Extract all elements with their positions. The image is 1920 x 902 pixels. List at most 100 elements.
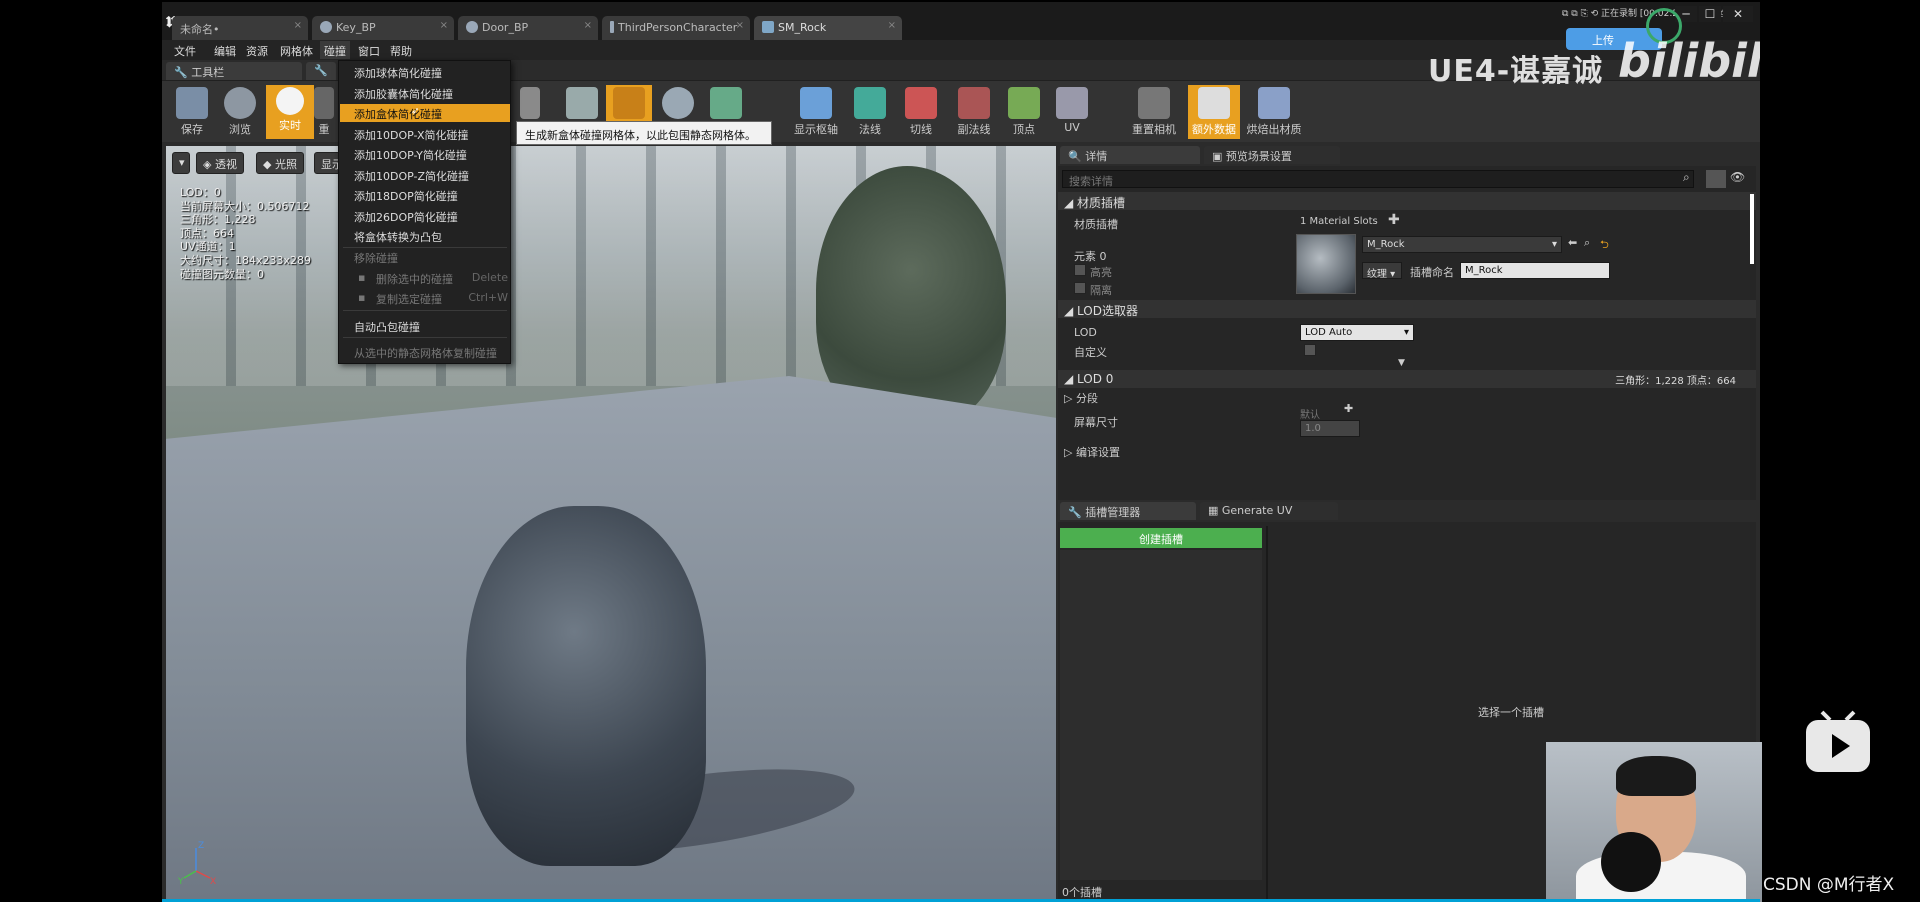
socket-list[interactable] — [1060, 550, 1262, 880]
maximize-button[interactable]: ☐ — [1699, 6, 1721, 22]
expand-advanced-icon[interactable]: ▼ — [1398, 358, 1405, 368]
material-section-label: 材质插槽 — [1077, 196, 1126, 210]
viewport-panel-tab[interactable]: 🔧 — [306, 62, 336, 80]
slot-name-input[interactable]: M_Rock — [1460, 262, 1610, 279]
lod-select[interactable]: LOD Auto ▾ — [1300, 324, 1414, 341]
menu-file[interactable]: 文件 — [174, 43, 196, 59]
add-sphere-collision[interactable]: 添加球体简化碰撞 — [340, 63, 510, 81]
menu-mesh[interactable]: 网格体 — [280, 43, 313, 59]
lit-button[interactable]: ◆ 光照 — [256, 152, 304, 174]
add-screen-size-button[interactable]: ✚ — [1344, 402, 1353, 415]
reset-camera-button[interactable]: 重置相机 — [1128, 85, 1180, 139]
close-icon[interactable]: × — [736, 20, 744, 31]
isolate-checkbox[interactable] — [1074, 282, 1086, 294]
tab-third-person-character[interactable]: ThirdPersonCharacter × — [602, 16, 750, 40]
sections-row[interactable]: ▷ 分段 — [1064, 390, 1098, 406]
browse-magnifier-icon[interactable]: ⌕ — [1584, 236, 1590, 250]
search-icon[interactable]: ⌕ — [1683, 170, 1690, 185]
perspective-button[interactable]: ◈ 透视 — [196, 152, 244, 174]
custom-checkbox[interactable] — [1304, 344, 1316, 356]
save-button[interactable]: 保存 — [168, 85, 216, 139]
ue4-static-mesh-editor: 𝖚 未命名•× Key_BP× Door_BP× ThirdPersonChar… — [162, 2, 1760, 900]
add-box-collision[interactable]: 添加盒体简化碰撞 — [340, 104, 510, 122]
duplicate-selected-collision[interactable]: ▪ 复制选定碰撞 Ctrl+W — [340, 289, 510, 307]
copy-collision-from-selected[interactable]: 从选中的静态网格体复制碰撞 — [340, 343, 510, 361]
vertices-label: 顶点 — [1013, 123, 1035, 136]
vertices-button[interactable]: 顶点 — [1004, 85, 1044, 139]
convert-boxes-to-convex[interactable]: 将盒体转换为凸包 — [340, 227, 510, 245]
eye-icon[interactable]: 👁 — [1730, 170, 1745, 184]
add-slot-button[interactable]: ✚ — [1388, 212, 1400, 228]
menu-window[interactable]: 窗口 — [358, 43, 380, 59]
build-settings-row[interactable]: ▷ 编译设置 — [1064, 444, 1120, 460]
tab-door-bp[interactable]: Door_BP × — [458, 16, 598, 40]
reimport-button[interactable]: 重 — [312, 85, 336, 139]
tab-preview-settings[interactable]: ▣ 预览场景设置 — [1204, 146, 1340, 164]
remove-collision[interactable]: 移除碰撞 — [340, 248, 510, 266]
additional-data-toggle[interactable]: 额外数据 — [1188, 85, 1240, 139]
binormals-button[interactable]: 副法线 — [946, 85, 1002, 139]
screen-size-input[interactable]: 1.0 — [1300, 420, 1360, 437]
tab-details[interactable]: 🔍 详情 — [1060, 146, 1200, 164]
collision-menu: 添加球体简化碰撞 添加胶囊体简化碰撞 添加盒体简化碰撞 添加10DOP-X简化碰… — [338, 60, 511, 364]
axis-y-label: Y — [177, 877, 184, 886]
lod-picker-section[interactable]: ◢ LOD选取器 — [1058, 300, 1756, 318]
material-slots-section[interactable]: ◢ 材质插槽 — [1058, 192, 1756, 210]
reimport-icon — [314, 87, 334, 119]
tab-generate-uv[interactable]: ▦ Generate UV — [1200, 502, 1338, 520]
add-capsule-collision[interactable]: 添加胶囊体简化碰撞 — [340, 84, 510, 102]
bake-materials-button[interactable]: 烘焙出材质 — [1244, 85, 1304, 139]
menu-collision[interactable]: 碰撞 — [320, 41, 350, 59]
show-pivot-button[interactable]: 显示枢轴 — [790, 85, 842, 139]
highlight-checkbox[interactable] — [1074, 264, 1086, 276]
close-icon[interactable]: × — [584, 20, 592, 31]
texture-label: 纹理 — [1367, 269, 1387, 280]
stopwatch-icon — [276, 87, 304, 115]
tab-sm-rock[interactable]: SM_Rock × — [754, 16, 902, 40]
close-icon[interactable]: × — [294, 20, 302, 31]
add-18dop-collision[interactable]: 添加18DOP简化碰撞 — [340, 186, 510, 204]
tab-key-bp[interactable]: Key_BP × — [312, 16, 454, 40]
lod0-section[interactable]: ◢ LOD 0 三角形：1,228 顶点：664 — [1058, 370, 1756, 388]
tangents-button[interactable]: 切线 — [898, 85, 944, 139]
tab-socket-manager[interactable]: 🔧 插槽管理器 — [1060, 502, 1196, 520]
delete-selected-collision[interactable]: ▪ 删除选中的碰撞 Delete — [340, 269, 510, 287]
toolbar-panel-tab[interactable]: 🔧 工具栏 — [166, 62, 302, 80]
tab-untitled[interactable]: 未命名• × — [172, 16, 308, 40]
uv-button[interactable]: UV — [1050, 85, 1094, 139]
collapse-arrow-icon: ◢ — [1064, 372, 1078, 386]
stat-vertices: 顶点：664 — [180, 226, 234, 240]
menu-asset[interactable]: 资源 — [246, 43, 268, 59]
viewport[interactable]: ▾ ◈ 透视 ◆ 光照 显示 LOD：0 当前屏幕大小：0.506712 三角形… — [166, 146, 1056, 900]
menu-help[interactable]: 帮助 — [390, 43, 412, 59]
add-26dop-collision[interactable]: 添加26DOP简化碰撞 — [340, 207, 510, 225]
tangents-icon — [905, 87, 937, 119]
socket-count: 0个插槽 — [1062, 886, 1102, 899]
add-10dop-z-collision[interactable]: 添加10DOP-Z简化碰撞 — [340, 166, 510, 184]
details-search-input[interactable]: 搜索详情 — [1062, 170, 1694, 188]
menu-edit[interactable]: 编辑 — [214, 43, 236, 59]
browse-button[interactable]: 浏览 — [216, 85, 264, 139]
create-socket-button[interactable]: 创建插槽 — [1060, 528, 1262, 548]
play-icon[interactable] — [1804, 710, 1872, 774]
isolate-label: 隔离 — [1090, 284, 1112, 297]
auto-convex-collision[interactable]: 自动凸包碰撞 — [340, 317, 510, 335]
close-icon[interactable]: × — [440, 20, 448, 31]
material-thumbnail[interactable] — [1296, 234, 1356, 294]
panel-divider[interactable] — [1266, 526, 1268, 900]
realtime-toggle[interactable]: 实时 — [266, 85, 314, 139]
normals-button[interactable]: 法线 — [850, 85, 890, 139]
tab-label: Key_BP — [336, 21, 376, 34]
stat-triangles: 三角形：1,228 — [180, 213, 256, 227]
close-window-button[interactable]: ✕ — [1723, 6, 1753, 22]
add-10dop-y-collision[interactable]: 添加10DOP-Y简化碰撞 — [340, 145, 510, 163]
use-selected-arrow-icon[interactable]: ⬅ — [1568, 236, 1577, 249]
grid-view-icon[interactable] — [1706, 170, 1726, 188]
close-icon[interactable]: × — [888, 20, 896, 31]
reset-arrow-icon[interactable]: ⮌ — [1600, 236, 1609, 255]
texture-dropdown[interactable]: 纹理 ▾ — [1362, 262, 1402, 280]
viewport-options-dropdown[interactable]: ▾ — [172, 152, 190, 174]
add-10dop-x-collision[interactable]: 添加10DOP-X简化碰撞 — [340, 125, 510, 143]
material-select[interactable]: M_Rock ▾ — [1362, 236, 1562, 253]
details-scrollbar[interactable] — [1750, 194, 1754, 264]
